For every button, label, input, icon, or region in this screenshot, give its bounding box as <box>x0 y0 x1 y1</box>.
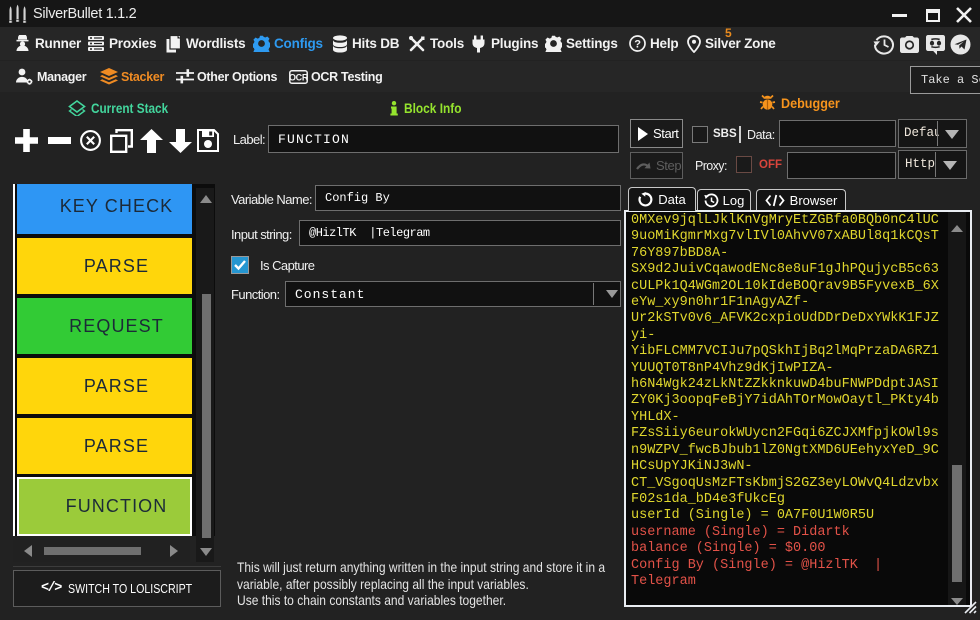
svg-text:OCR: OCR <box>289 72 308 82</box>
svg-text:?: ? <box>634 38 641 50</box>
